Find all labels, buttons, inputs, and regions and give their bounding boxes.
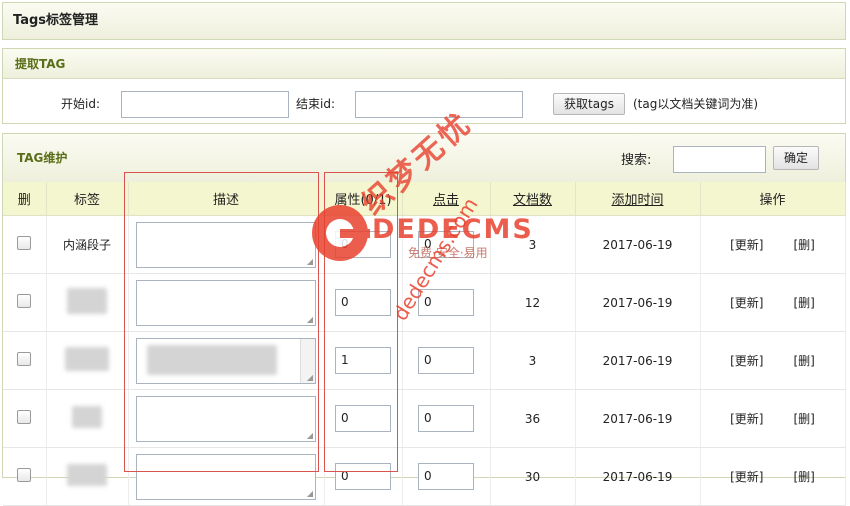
doc-count: 30: [490, 447, 576, 506]
clicks-input[interactable]: 0: [418, 289, 474, 316]
blurred-tag-name: [72, 406, 102, 428]
description-textarea[interactable]: ◢: [136, 337, 316, 384]
end-id-label: 结束id:: [296, 97, 335, 111]
doc-count: 12: [490, 273, 576, 332]
row-select-checkbox[interactable]: [17, 294, 32, 308]
row-select-checkbox[interactable]: [17, 352, 32, 366]
blurred-tag-name: [67, 464, 107, 486]
blurred-tag-name: [65, 347, 109, 371]
confirm-search-button[interactable]: 确定: [773, 146, 819, 170]
tag-table: 删 标签 描述 属性(0/1) 点击 文档数 添加时间 操作 内涵段子 ◢ 0 …: [3, 182, 846, 506]
clicks-input[interactable]: 0: [418, 463, 474, 490]
row-select-checkbox[interactable]: [17, 410, 32, 424]
update-link[interactable]: [更新]: [730, 238, 763, 252]
col-ops-header: 操作: [700, 182, 846, 216]
update-link[interactable]: [更新]: [730, 412, 763, 426]
title-panel: Tags标签管理: [2, 2, 846, 40]
col-tag-header: 标签: [46, 182, 129, 216]
resize-grip-icon[interactable]: ◢: [307, 431, 313, 440]
attr-input[interactable]: 0: [335, 463, 391, 490]
extract-section-title: 提取TAG: [3, 49, 845, 79]
attr-input[interactable]: 0: [335, 405, 391, 432]
description-textarea[interactable]: ◢: [136, 279, 316, 326]
clicks-input[interactable]: 0: [418, 347, 474, 374]
col-docs-header[interactable]: 文档数: [490, 182, 576, 216]
delete-link[interactable]: [删]: [794, 470, 815, 484]
blurred-description: [147, 344, 277, 375]
delete-link[interactable]: [删]: [794, 354, 815, 368]
docs-sort-link[interactable]: 文档数: [513, 193, 552, 208]
added-date: 2017-06-19: [575, 331, 701, 390]
blurred-tag-name: [67, 288, 107, 314]
end-id-input[interactable]: [355, 91, 523, 118]
update-link[interactable]: [更新]: [730, 296, 763, 310]
description-textarea[interactable]: ◢: [136, 395, 316, 442]
search-label: 搜索:: [621, 153, 652, 168]
col-desc-header: 描述: [128, 182, 325, 216]
start-id-label: 开始id:: [61, 97, 100, 111]
row-select-checkbox[interactable]: [17, 236, 32, 250]
row-select-checkbox[interactable]: [17, 468, 32, 482]
search-input[interactable]: [673, 146, 766, 173]
tag-name: 内涵段子: [46, 215, 129, 274]
fetch-note: (tag以文档关键词为准): [633, 97, 759, 111]
delete-link[interactable]: [删]: [794, 296, 815, 310]
attr-input[interactable]: 0: [335, 289, 391, 316]
added-date: 2017-06-19: [575, 447, 701, 506]
attr-input[interactable]: 1: [335, 347, 391, 374]
doc-count: 3: [490, 215, 576, 274]
table-row: ◢ 0 0 30 2017-06-19 [更新] [删]: [3, 447, 846, 506]
added-sort-link[interactable]: 添加时间: [611, 193, 663, 208]
resize-grip-icon[interactable]: ◢: [307, 315, 313, 324]
table-row: ◢ 0 0 36 2017-06-19 [更新] [删]: [3, 389, 846, 448]
added-date: 2017-06-19: [575, 273, 701, 332]
update-link[interactable]: [更新]: [730, 354, 763, 368]
resize-grip-icon[interactable]: ◢: [307, 257, 313, 266]
clicks-sort-link[interactable]: 点击: [433, 193, 459, 208]
table-row: ◢ 0 0 12 2017-06-19 [更新] [删]: [3, 273, 846, 332]
resize-grip-icon[interactable]: ◢: [307, 373, 313, 382]
update-link[interactable]: [更新]: [730, 470, 763, 484]
start-id-input[interactable]: [121, 91, 289, 118]
tag-maintain-panel: TAG维护 搜索: 确定 删 标签 描述 属性(0/1) 点击 文档数 添加时间…: [2, 133, 846, 506]
delete-link[interactable]: [删]: [794, 238, 815, 252]
table-row: ◢ 1 0 3 2017-06-19 [更新] [删]: [3, 331, 846, 390]
col-clicks-header[interactable]: 点击: [402, 182, 491, 216]
col-attr-header: 属性(0/1): [324, 182, 403, 216]
description-textarea[interactable]: ◢: [136, 221, 316, 268]
attr-input[interactable]: 0: [335, 231, 391, 258]
extract-tag-panel: 提取TAG 开始id: 结束id: 获取tags (tag以文档关键词为准): [2, 48, 846, 124]
fetch-tags-button[interactable]: 获取tags: [553, 93, 625, 115]
added-date: 2017-06-19: [575, 215, 701, 274]
resize-grip-icon[interactable]: ◢: [307, 489, 313, 498]
doc-count: 36: [490, 389, 576, 448]
page-title: Tags标签管理: [3, 3, 845, 39]
table-row: 内涵段子 ◢ 0 0 3 2017-06-19 [更新] [删]: [3, 215, 846, 274]
clicks-input[interactable]: 0: [418, 231, 474, 258]
col-added-header[interactable]: 添加时间: [575, 182, 701, 216]
doc-count: 3: [490, 331, 576, 390]
clicks-input[interactable]: 0: [418, 405, 474, 432]
added-date: 2017-06-19: [575, 389, 701, 448]
col-delete-header: 删: [3, 182, 47, 216]
table-header-row: 删 标签 描述 属性(0/1) 点击 文档数 添加时间 操作: [3, 182, 846, 216]
delete-link[interactable]: [删]: [794, 412, 815, 426]
description-textarea[interactable]: ◢: [136, 453, 316, 500]
